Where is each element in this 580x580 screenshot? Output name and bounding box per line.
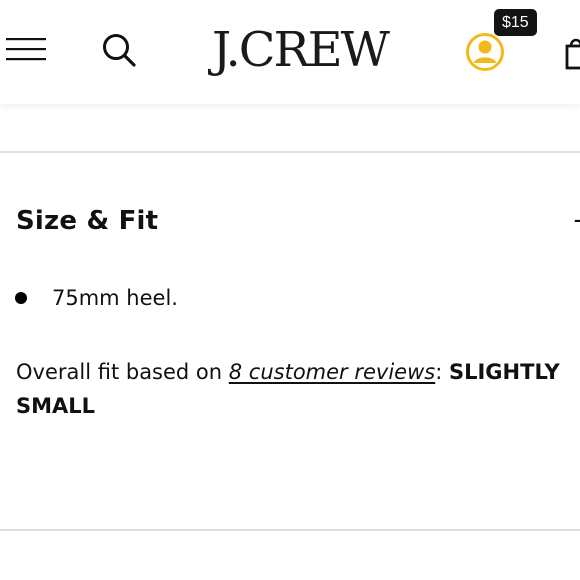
account-icon[interactable] xyxy=(465,32,505,72)
list-item-text: 75mm heel. xyxy=(52,286,178,310)
fit-separator: : xyxy=(435,360,449,384)
customer-reviews-link[interactable]: 8 customer reviews xyxy=(229,360,435,384)
section-divider-bottom xyxy=(0,529,580,531)
hamburger-menu-icon[interactable] xyxy=(6,36,46,62)
credit-badge[interactable]: $15 xyxy=(494,9,537,36)
bullet-icon xyxy=(15,292,27,304)
list-item: 75mm heel. xyxy=(14,283,178,313)
fit-prefix: Overall fit based on xyxy=(16,360,229,384)
fit-summary: Overall fit based on 8 customer reviews:… xyxy=(16,355,580,423)
section-title[interactable]: Size & Fit xyxy=(16,206,158,236)
site-header: J.CREW $15 xyxy=(0,0,580,104)
details-list: 75mm heel. xyxy=(14,283,178,313)
jcrew-logo[interactable]: J.CREW xyxy=(212,22,418,78)
expand-toggle-icon[interactable]: + xyxy=(572,206,580,236)
search-icon[interactable] xyxy=(100,31,138,69)
page: J.CREW $15 Size & Fit + 75mm heel. Overa… xyxy=(0,0,580,580)
section-divider-top xyxy=(0,151,580,153)
shopping-bag-icon[interactable] xyxy=(565,36,580,70)
